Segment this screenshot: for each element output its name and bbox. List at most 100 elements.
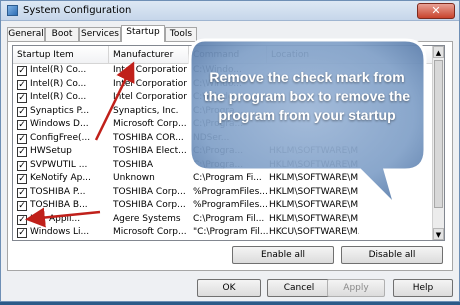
manufacturer-cell: Agere Systems <box>113 213 181 224</box>
startup-checkbox[interactable]: ✓ <box>17 201 27 211</box>
manufacturer-cell: Unknown <box>113 173 155 183</box>
help-button[interactable]: Help <box>393 279 453 297</box>
startup-item-name: Intel(R) Co... <box>30 78 87 89</box>
column-command[interactable]: Command <box>189 46 267 64</box>
list-rows: ✓ Intel(R) Co... Intel Corporation C:\Windo… <box>13 64 433 240</box>
command-cell: C:\Progra... <box>193 119 244 129</box>
command-cell: %ProgramFiles... <box>193 200 268 210</box>
location-cell: HKLM\SOFTWARE\M... <box>269 159 359 170</box>
startup-item-name: Windows Li... <box>30 227 90 237</box>
command-cell: C:\Windo... <box>193 65 242 75</box>
startup-checkbox[interactable]: ✓ <box>17 187 27 198</box>
tab-tools[interactable]: Tools <box>165 27 197 41</box>
disable-all-button[interactable]: Disable all <box>341 246 443 264</box>
table-row[interactable]: ✓ HWSetup TOSHIBA Elect... C:\Progra... HKLM… <box>13 145 433 159</box>
scroll-up-arrow-icon[interactable]: ▲ <box>433 46 444 58</box>
title-bar[interactable]: System Configuration ✕ <box>1 1 459 21</box>
startup-checkbox[interactable]: ✓ <box>17 133 27 144</box>
startup-item-name: HWSetup <box>30 146 72 156</box>
table-row[interactable]: ✓ SVPWUTIL ... TOSHIBA C:\Progra... HKLM\SOF… <box>13 159 433 173</box>
startup-item-name: KeNotify Ap... <box>30 173 91 183</box>
location-cell: HKLM\SOFTWARE\M... <box>269 173 359 183</box>
table-row[interactable]: ✓ Intel(R) Co... Intel Corporation C:\Windo… <box>13 64 433 78</box>
startup-item-name: Synaptics P... <box>30 105 90 116</box>
manufacturer-cell: Microsoft Corp... <box>113 119 187 129</box>
table-row[interactable]: ✓ Intel(R) Co... Intel Corporation C:\Windo… <box>13 91 433 105</box>
command-cell: C:\Program Fi... <box>193 173 262 183</box>
scroll-down-arrow-icon[interactable]: ▼ <box>433 228 444 240</box>
apply-button[interactable]: Apply <box>327 279 385 297</box>
startup-item-name: ConfigFree(... <box>30 132 91 143</box>
table-row[interactable]: ✓ Li... Appli... Agere Systems C:\Program F… <box>13 213 433 227</box>
column-startup-item[interactable]: Startup Item <box>13 46 109 64</box>
command-cell: "C:\Program Fil... <box>193 227 269 237</box>
ok-button[interactable]: OK <box>197 279 261 297</box>
table-row[interactable]: ✓ Windows D... Microsoft Corp... C:\Progra.… <box>13 118 433 132</box>
location-cell <box>269 78 359 92</box>
table-row[interactable]: ✓ ConfigFree(... TOSHIBA COR... NDSer... <box>13 132 433 146</box>
startup-list[interactable]: Startup Item Manufacturer Command Locati… <box>12 45 445 241</box>
column-manufacturer[interactable]: Manufacturer <box>109 46 189 64</box>
startup-checkbox[interactable]: ✓ <box>17 228 27 238</box>
startup-checkbox[interactable]: ✓ <box>17 160 27 171</box>
scroll-thumb[interactable] <box>434 60 443 208</box>
table-row[interactable]: ✓ Intel(R) Co... Intel Corporation C:\Windo… <box>13 78 433 92</box>
manufacturer-cell: TOSHIBA Corp... <box>113 200 186 210</box>
command-cell: C:\Progra... <box>193 146 244 156</box>
location-cell: HKLM\SOFTWARE\M... <box>269 213 359 224</box>
table-row[interactable]: ✓ TOSHIBA B... TOSHIBA Corp... %ProgramFile… <box>13 199 433 213</box>
startup-checkbox[interactable]: ✓ <box>17 214 27 225</box>
location-cell: HKLM\SOFTWARE\M... <box>269 146 359 156</box>
command-cell: %ProgramFiles... <box>193 186 268 197</box>
cancel-button[interactable]: Cancel <box>267 279 331 297</box>
location-cell <box>269 105 359 119</box>
command-cell: C:\Windo... <box>193 78 242 89</box>
vertical-scrollbar[interactable]: ▲ ▼ <box>432 46 444 240</box>
table-row[interactable]: ✓ TOSHIBA P... TOSHIBA Corp... %ProgramFile… <box>13 186 433 200</box>
location-cell <box>269 118 359 132</box>
location-cell: HKLM\SOFTWARE\M... <box>269 200 359 210</box>
manufacturer-cell: TOSHIBA <box>113 159 154 170</box>
tab-boot[interactable]: Boot <box>45 27 79 41</box>
column-location[interactable]: Location <box>267 46 433 64</box>
startup-checkbox[interactable]: ✓ <box>17 106 27 117</box>
command-cell: C:\Progra... <box>193 105 244 116</box>
table-row[interactable]: ✓ KeNotify Ap... Unknown C:\Program Fi... HK… <box>13 172 433 186</box>
command-cell: C:\Windo... <box>193 92 242 102</box>
command-cell: C:\Progra... <box>193 159 244 170</box>
command-cell: C:\Program Fil... <box>193 213 265 224</box>
startup-item-name: TOSHIBA B... <box>30 200 88 210</box>
location-cell <box>269 132 359 146</box>
manufacturer-cell: Intel Corporation <box>113 92 187 102</box>
list-header: Startup Item Manufacturer Command Locati… <box>13 46 433 64</box>
close-button[interactable]: ✕ <box>417 3 455 19</box>
manufacturer-cell: Intel Corporation <box>113 78 187 89</box>
table-row[interactable]: ✓ Synaptics P... Synaptics, Inc. C:\Progra.… <box>13 105 433 119</box>
startup-item-name: TOSHIBA P... <box>30 186 86 197</box>
tab-services[interactable]: Services <box>79 27 121 41</box>
window-title: System Configuration <box>23 5 132 16</box>
tab-startup[interactable]: Startup <box>121 25 165 42</box>
app-icon <box>7 5 18 16</box>
startup-item-name: Li... Appli... <box>30 213 81 224</box>
startup-checkbox[interactable]: ✓ <box>17 120 27 130</box>
startup-item-name: Windows D... <box>30 119 89 129</box>
manufacturer-cell: Intel Corporation <box>113 65 187 75</box>
startup-checkbox[interactable]: ✓ <box>17 147 27 157</box>
tab-general[interactable]: General <box>7 27 45 41</box>
startup-item-name: SVPWUTIL ... <box>30 159 88 170</box>
startup-item-name: Intel(R) Co... <box>30 65 87 75</box>
manufacturer-cell: TOSHIBA COR... <box>113 132 184 143</box>
startup-checkbox[interactable]: ✓ <box>17 79 27 90</box>
location-cell: HKCU\SOFTWARE\M... <box>269 227 359 237</box>
table-row[interactable]: ✓ Windows Li... Microsoft Corp... "C:\Progr… <box>13 226 433 240</box>
enable-all-button[interactable]: Enable all <box>232 246 334 264</box>
startup-checkbox[interactable]: ✓ <box>17 66 27 76</box>
manufacturer-cell: TOSHIBA Elect... <box>113 146 187 156</box>
location-cell: HKLM\SOFTWARE\M... <box>269 186 359 197</box>
manufacturer-cell: TOSHIBA Corp... <box>113 186 186 197</box>
startup-checkbox[interactable]: ✓ <box>17 93 27 103</box>
startup-item-name: Intel(R) Co... <box>30 92 87 102</box>
manufacturer-cell: Microsoft Corp... <box>113 227 187 237</box>
startup-checkbox[interactable]: ✓ <box>17 174 27 184</box>
